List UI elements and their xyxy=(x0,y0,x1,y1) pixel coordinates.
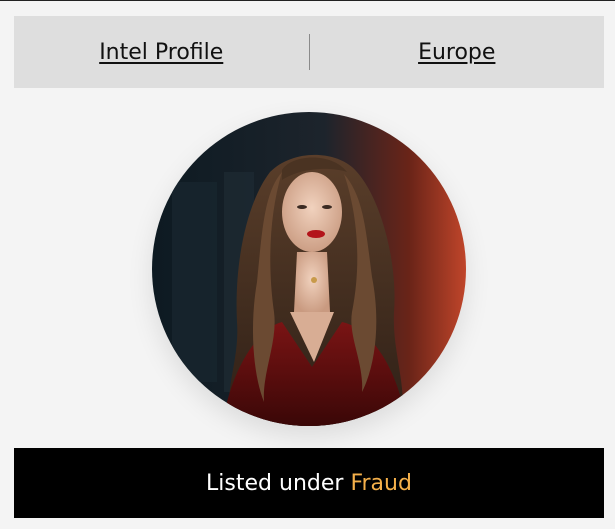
tab-europe[interactable]: Europe xyxy=(310,40,605,65)
profile-photo xyxy=(152,112,466,426)
status-bar: Listed under Fraud xyxy=(14,448,604,518)
avatar xyxy=(152,112,466,426)
status-prefix: Listed under xyxy=(206,470,344,496)
status-category: Fraud xyxy=(350,470,412,496)
tab-bar: Intel Profile Europe xyxy=(14,16,604,88)
tab-intel-profile[interactable]: Intel Profile xyxy=(14,40,309,65)
